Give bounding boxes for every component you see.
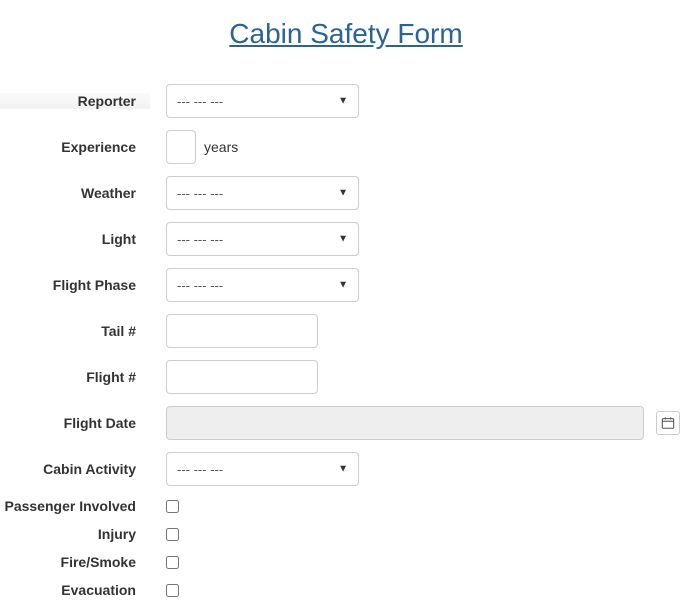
row-flight-phase: Flight Phase --- --- --- ▼ [0, 262, 692, 308]
cabin-activity-select[interactable]: --- --- --- ▼ [166, 452, 359, 486]
row-light: Light --- --- --- ▼ [0, 216, 692, 262]
cabin-activity-select-value: --- --- --- [177, 462, 223, 477]
label-injury: Injury [0, 526, 150, 542]
calendar-button[interactable] [656, 411, 680, 435]
chevron-down-icon: ▼ [338, 96, 348, 107]
page-title-link[interactable]: Cabin Safety Form [229, 18, 462, 49]
row-cabin-activity: Cabin Activity --- --- --- ▼ [0, 446, 692, 492]
calendar-icon [661, 416, 675, 430]
row-passenger-involved: Passenger Involved [0, 492, 692, 520]
label-reporter: Reporter [0, 93, 150, 109]
flight-number-input[interactable] [166, 360, 318, 394]
weather-select[interactable]: --- --- --- ▼ [166, 176, 359, 210]
light-select[interactable]: --- --- --- ▼ [166, 222, 359, 256]
row-tail-number: Tail # [0, 308, 692, 354]
flight-phase-select-value: --- --- --- [177, 278, 223, 293]
label-flight-phase: Flight Phase [0, 277, 150, 293]
row-experience: Experience years [0, 124, 692, 170]
passenger-involved-checkbox[interactable] [166, 500, 179, 513]
row-reporter: Reporter --- --- --- ▼ [0, 78, 692, 124]
label-fire-smoke: Fire/Smoke [0, 554, 150, 570]
label-weather: Weather [0, 185, 150, 201]
label-light: Light [0, 231, 150, 247]
row-weather: Weather --- --- --- ▼ [0, 170, 692, 216]
reporter-select[interactable]: --- --- --- ▼ [166, 84, 359, 118]
label-cabin-activity: Cabin Activity [0, 461, 150, 477]
chevron-down-icon: ▼ [338, 280, 348, 291]
reporter-select-value: --- --- --- [177, 94, 223, 109]
flight-date-input[interactable] [166, 406, 644, 440]
row-flight-number: Flight # [0, 354, 692, 400]
row-fire-smoke: Fire/Smoke [0, 548, 692, 576]
label-tail-number: Tail # [0, 323, 150, 339]
label-flight-date: Flight Date [0, 415, 150, 431]
experience-suffix: years [204, 139, 238, 155]
fire-smoke-checkbox[interactable] [166, 556, 179, 569]
experience-input[interactable] [166, 130, 196, 164]
label-flight-number: Flight # [0, 369, 150, 385]
evacuation-checkbox[interactable] [166, 584, 179, 597]
chevron-down-icon: ▼ [338, 188, 348, 199]
chevron-down-icon: ▼ [338, 234, 348, 245]
label-evacuation: Evacuation [0, 582, 150, 598]
row-flight-date: Flight Date [0, 400, 692, 446]
tail-number-input[interactable] [166, 314, 318, 348]
light-select-value: --- --- --- [177, 232, 223, 247]
injury-checkbox[interactable] [166, 528, 179, 541]
page-title-wrap: Cabin Safety Form [0, 0, 692, 58]
label-experience: Experience [0, 139, 150, 155]
row-injury: Injury [0, 520, 692, 548]
row-evacuation: Evacuation [0, 576, 692, 604]
label-passenger-involved: Passenger Involved [0, 498, 150, 514]
weather-select-value: --- --- --- [177, 186, 223, 201]
flight-phase-select[interactable]: --- --- --- ▼ [166, 268, 359, 302]
chevron-down-icon: ▼ [338, 464, 348, 475]
